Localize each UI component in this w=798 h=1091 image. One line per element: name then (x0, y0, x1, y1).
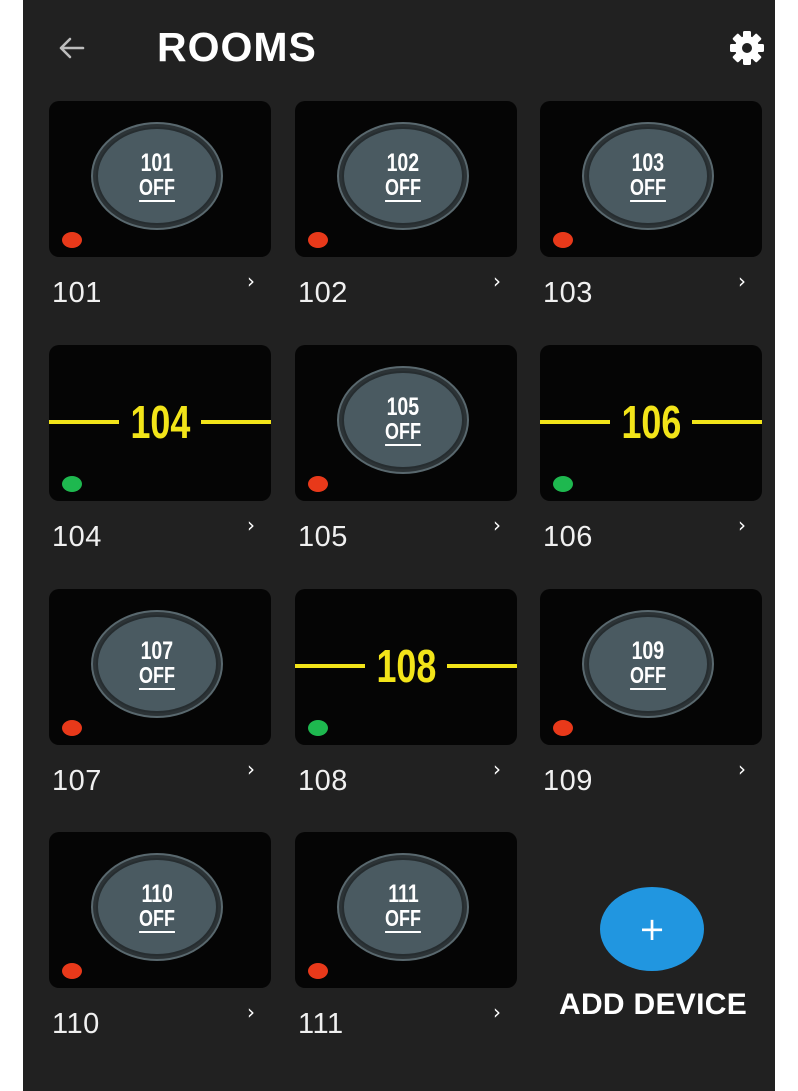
thumb-state: OFF (385, 904, 421, 933)
status-dot-icon (553, 232, 573, 248)
room-thumbnail[interactable]: 105 OFF (295, 345, 517, 501)
room-tile[interactable]: 102 OFF 102 › (295, 101, 517, 331)
thumb-state: OFF (139, 173, 175, 202)
status-dot-icon (62, 232, 82, 248)
room-oval-badge: 101 OFF (96, 127, 218, 225)
room-label: 107 (52, 765, 102, 797)
status-dot-icon (553, 476, 573, 492)
room-tile[interactable]: 107 OFF 107 › (49, 589, 271, 819)
room-oval-badge: 102 OFF (342, 127, 464, 225)
thumb-state: OFF (139, 904, 175, 933)
chevron-right-icon[interactable]: › (247, 757, 255, 781)
room-label: 109 (543, 765, 593, 797)
page-title: ROOMS (157, 24, 317, 70)
room-label: 110 (52, 1008, 100, 1040)
room-tile[interactable]: 111 OFF 111 › (295, 832, 517, 1062)
room-thumbnail[interactable]: 104 (49, 345, 271, 501)
thumb-line-number: 104 (49, 396, 271, 448)
room-label: 105 (298, 521, 348, 553)
thumb-line-number: 108 (295, 640, 517, 692)
arrow-left-icon (59, 37, 85, 59)
room-label: 103 (543, 277, 593, 309)
room-oval-badge: 107 OFF (96, 615, 218, 713)
room-label: 111 (298, 1008, 344, 1040)
chevron-right-icon[interactable]: › (738, 269, 746, 293)
thumb-state: OFF (630, 173, 666, 202)
room-tile[interactable]: 110 OFF 110 › (49, 832, 271, 1062)
thumb-number: 110 (141, 879, 173, 908)
add-device: + ADD DEVICE (540, 880, 770, 1030)
thumb-number: 104 (130, 396, 190, 448)
room-thumbnail[interactable]: 107 OFF (49, 589, 271, 745)
thumb-number: 111 (387, 879, 419, 908)
room-oval-badge: 105 OFF (342, 371, 464, 469)
app-header: ROOMS (23, 0, 775, 96)
chevron-right-icon[interactable]: › (738, 513, 746, 537)
rooms-screen: ROOMS 101 OFF 101 › 102 OFF 102 › 103 OFF 103 › 104 1… (23, 0, 775, 1091)
room-thumbnail[interactable]: 106 (540, 345, 762, 501)
room-thumbnail[interactable]: 109 OFF (540, 589, 762, 745)
add-device-label[interactable]: ADD DEVICE (540, 988, 766, 1022)
status-dot-icon (308, 720, 328, 736)
room-thumbnail[interactable]: 111 OFF (295, 832, 517, 988)
room-label: 101 (52, 277, 102, 309)
plus-icon: + (638, 910, 666, 948)
room-tile[interactable]: 109 OFF 109 › (540, 589, 762, 819)
thumb-state: OFF (139, 661, 175, 690)
chevron-right-icon[interactable]: › (493, 757, 501, 781)
room-oval-badge: 109 OFF (587, 615, 709, 713)
room-thumbnail[interactable]: 103 OFF (540, 101, 762, 257)
thumb-number: 108 (376, 640, 436, 692)
status-dot-icon (62, 720, 82, 736)
gear-icon (730, 31, 764, 65)
back-button[interactable] (51, 27, 93, 69)
room-oval-badge: 110 OFF (96, 858, 218, 956)
chevron-right-icon[interactable]: › (493, 269, 501, 293)
chevron-right-icon[interactable]: › (247, 1000, 255, 1024)
room-thumbnail[interactable]: 110 OFF (49, 832, 271, 988)
room-label: 104 (52, 521, 102, 553)
room-tile[interactable]: 103 OFF 103 › (540, 101, 762, 331)
room-thumbnail[interactable]: 102 OFF (295, 101, 517, 257)
thumb-number: 103 (631, 148, 665, 177)
room-tile[interactable]: 104 104 › (49, 345, 271, 575)
add-device-button[interactable]: + (600, 887, 704, 971)
status-dot-icon (308, 232, 328, 248)
room-oval-badge: 103 OFF (587, 127, 709, 225)
room-tile[interactable]: 105 OFF 105 › (295, 345, 517, 575)
status-dot-icon (62, 963, 82, 979)
thumb-number: 105 (386, 392, 420, 421)
room-tile[interactable]: 108 108 › (295, 589, 517, 819)
thumb-state: OFF (385, 173, 421, 202)
thumb-number: 109 (631, 636, 665, 665)
status-dot-icon (308, 476, 328, 492)
chevron-right-icon[interactable]: › (247, 513, 255, 537)
chevron-right-icon[interactable]: › (493, 513, 501, 537)
room-label: 108 (298, 765, 348, 797)
status-dot-icon (553, 720, 573, 736)
room-label: 106 (543, 521, 593, 553)
thumb-number: 101 (140, 148, 174, 177)
status-dot-icon (308, 963, 328, 979)
thumb-number: 107 (140, 636, 174, 665)
thumb-number: 102 (386, 148, 420, 177)
thumb-line-number: 106 (540, 396, 762, 448)
chevron-right-icon[interactable]: › (247, 269, 255, 293)
thumb-number: 106 (621, 396, 681, 448)
room-tile[interactable]: 106 106 › (540, 345, 762, 575)
room-oval-badge: 111 OFF (342, 858, 464, 956)
chevron-right-icon[interactable]: › (493, 1000, 501, 1024)
chevron-right-icon[interactable]: › (738, 757, 746, 781)
room-tile[interactable]: 101 OFF 101 › (49, 101, 271, 331)
room-thumbnail[interactable]: 101 OFF (49, 101, 271, 257)
settings-button[interactable] (727, 28, 767, 68)
room-label: 102 (298, 277, 348, 309)
thumb-state: OFF (630, 661, 666, 690)
thumb-state: OFF (385, 417, 421, 446)
status-dot-icon (62, 476, 82, 492)
room-thumbnail[interactable]: 108 (295, 589, 517, 745)
